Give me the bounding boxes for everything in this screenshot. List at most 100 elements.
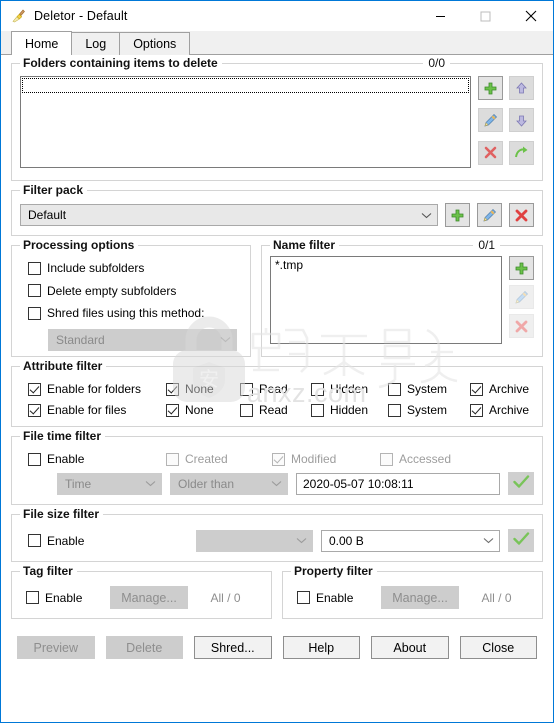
file-size-apply-button[interactable] <box>508 529 534 552</box>
tag-filter-enable-checkbox[interactable]: Enable <box>26 591 110 605</box>
file-size-enable-checkbox[interactable]: Enable <box>28 534 188 548</box>
add-filter-pack-button[interactable] <box>445 203 470 227</box>
delete-empty-subfolders-label: Delete empty subfolders <box>47 283 177 298</box>
shred-files-checkbox[interactable]: Shred files using this method: <box>28 306 204 320</box>
file-time-modified-checkbox[interactable]: Modified <box>272 452 380 466</box>
file-size-filter-label: File size filter <box>20 507 104 521</box>
file-time-filter-label: File time filter <box>20 429 106 443</box>
tab-options[interactable]: Options <box>119 32 191 55</box>
property-filter-manage-button[interactable]: Manage... <box>381 586 459 609</box>
delete-button[interactable]: Delete <box>105 636 183 659</box>
property-filter-enable-checkbox[interactable]: Enable <box>297 591 381 605</box>
include-subfolders-box <box>28 261 41 275</box>
folders-hidden-checkbox[interactable]: Hidden <box>311 382 388 396</box>
file-time-apply-button[interactable] <box>508 472 534 495</box>
name-filter-listbox[interactable]: *.tmp <box>270 256 502 344</box>
move-folder-up-button[interactable] <box>509 76 534 100</box>
folders-hidden-box <box>311 382 324 396</box>
close-button[interactable] <box>508 1 553 31</box>
list-item[interactable]: *.tmp <box>271 257 501 274</box>
edit-folder-button[interactable] <box>478 108 503 133</box>
folders-system-checkbox[interactable]: System <box>388 382 470 396</box>
file-size-value-text: 0.00 B <box>329 533 364 548</box>
green-check-icon <box>512 532 530 549</box>
chevron-down-icon <box>290 537 312 544</box>
about-button-label: About <box>393 640 427 655</box>
file-time-mode-combobox[interactable]: Time <box>57 472 162 495</box>
files-none-checkbox[interactable]: None <box>166 403 240 417</box>
files-hidden-box <box>311 403 324 417</box>
remove-folder-button[interactable] <box>478 140 503 165</box>
files-none-box <box>166 403 179 417</box>
name-filter-group: Name filter 0/1 *.tmp <box>261 238 543 357</box>
folders-read-checkbox[interactable]: Read <box>240 382 311 396</box>
files-read-checkbox[interactable]: Read <box>240 403 311 417</box>
tag-filter-manage-button[interactable]: Manage... <box>110 586 188 609</box>
filter-pack-group: Filter pack Default <box>11 183 543 236</box>
delete-filter-pack-button[interactable] <box>509 203 534 227</box>
chevron-down-icon <box>477 537 499 544</box>
file-size-value-combobox[interactable]: 0.00 B <box>321 529 500 552</box>
shred-files-box <box>28 306 41 320</box>
folders-group-label: Folders containing items to delete <box>20 56 222 70</box>
enable-for-files-box <box>28 403 41 417</box>
file-time-mode-value: Time <box>65 476 92 491</box>
help-button[interactable]: Help <box>282 636 360 659</box>
footer-buttons: Preview Delete Shred... Help About Close <box>11 636 543 659</box>
file-time-value-input[interactable]: 2020-05-07 10:08:11 <box>296 472 500 495</box>
folders-read-label: Read <box>259 382 288 396</box>
filter-pack-combobox[interactable]: Default <box>20 204 438 226</box>
title-bar: Deletor - Default <box>1 1 553 31</box>
open-folder-button[interactable] <box>509 140 534 165</box>
shred-method-value: Standard <box>56 332 105 347</box>
add-folder-button[interactable] <box>478 76 503 100</box>
folders-hidden-label: Hidden <box>330 382 369 396</box>
tab-log[interactable]: Log <box>71 32 121 55</box>
property-filter-group: Property filter Enable Manage... All / 0 <box>282 564 543 619</box>
files-hidden-checkbox[interactable]: Hidden <box>311 403 388 417</box>
include-subfolders-checkbox[interactable]: Include subfolders <box>28 261 144 275</box>
enable-for-folders-checkbox[interactable]: Enable for folders <box>28 382 166 396</box>
files-archive-checkbox[interactable]: Archive <box>470 403 529 417</box>
files-archive-box <box>470 403 483 417</box>
attribute-filter-group: Attribute filter Enable for folders None… <box>11 359 543 427</box>
edit-name-filter-button[interactable] <box>509 285 534 309</box>
maximize-button[interactable] <box>463 1 508 31</box>
file-size-filter-group: File size filter Enable 0.00 B <box>11 507 543 562</box>
file-time-modified-label: Modified <box>291 452 337 466</box>
minimize-button[interactable] <box>418 1 463 31</box>
file-time-modified-box <box>272 452 285 466</box>
files-system-label: System <box>407 403 448 417</box>
about-button[interactable]: About <box>371 636 449 659</box>
edit-filter-pack-button[interactable] <box>477 203 502 227</box>
folders-none-box <box>166 382 179 396</box>
folders-system-label: System <box>407 382 448 396</box>
move-folder-down-button[interactable] <box>509 108 534 133</box>
filters-bottom-section: Tag filter Enable Manage... All / 0 Prop… <box>11 564 543 628</box>
folders-archive-checkbox[interactable]: Archive <box>470 382 529 396</box>
close-button-footer[interactable]: Close <box>459 636 537 659</box>
folders-listbox[interactable] <box>20 76 471 168</box>
tag-filter-label: Tag filter <box>20 564 77 578</box>
file-time-created-checkbox[interactable]: Created <box>166 452 272 466</box>
name-filter-buttons <box>509 256 534 344</box>
remove-name-filter-button[interactable] <box>509 314 534 338</box>
enable-for-files-checkbox[interactable]: Enable for files <box>28 403 166 417</box>
preview-button[interactable]: Preview <box>17 636 95 659</box>
tab-home[interactable]: Home <box>11 31 73 55</box>
file-time-accessed-label: Accessed <box>399 452 452 466</box>
add-name-filter-button[interactable] <box>509 256 534 280</box>
shred-button[interactable]: Shred... <box>194 636 272 659</box>
file-size-controls-row: Enable 0.00 B <box>28 529 534 552</box>
shred-method-combobox[interactable]: Standard <box>48 328 237 351</box>
file-time-accessed-checkbox[interactable]: Accessed <box>380 452 451 466</box>
file-time-enable-checkbox[interactable]: Enable <box>28 452 166 466</box>
file-time-comparison-combobox[interactable]: Older than <box>170 472 288 495</box>
file-time-checkbox-row: Enable Created Modified Accessed <box>28 452 534 466</box>
delete-empty-subfolders-checkbox[interactable]: Delete empty subfolders <box>28 284 176 298</box>
tab-options-label: Options <box>133 37 177 51</box>
files-system-checkbox[interactable]: System <box>388 403 470 417</box>
file-size-unit-combobox[interactable] <box>196 529 313 552</box>
tab-content-home: Folders containing items to delete 0/0 F… <box>1 55 553 722</box>
folders-none-checkbox[interactable]: None <box>166 382 240 396</box>
